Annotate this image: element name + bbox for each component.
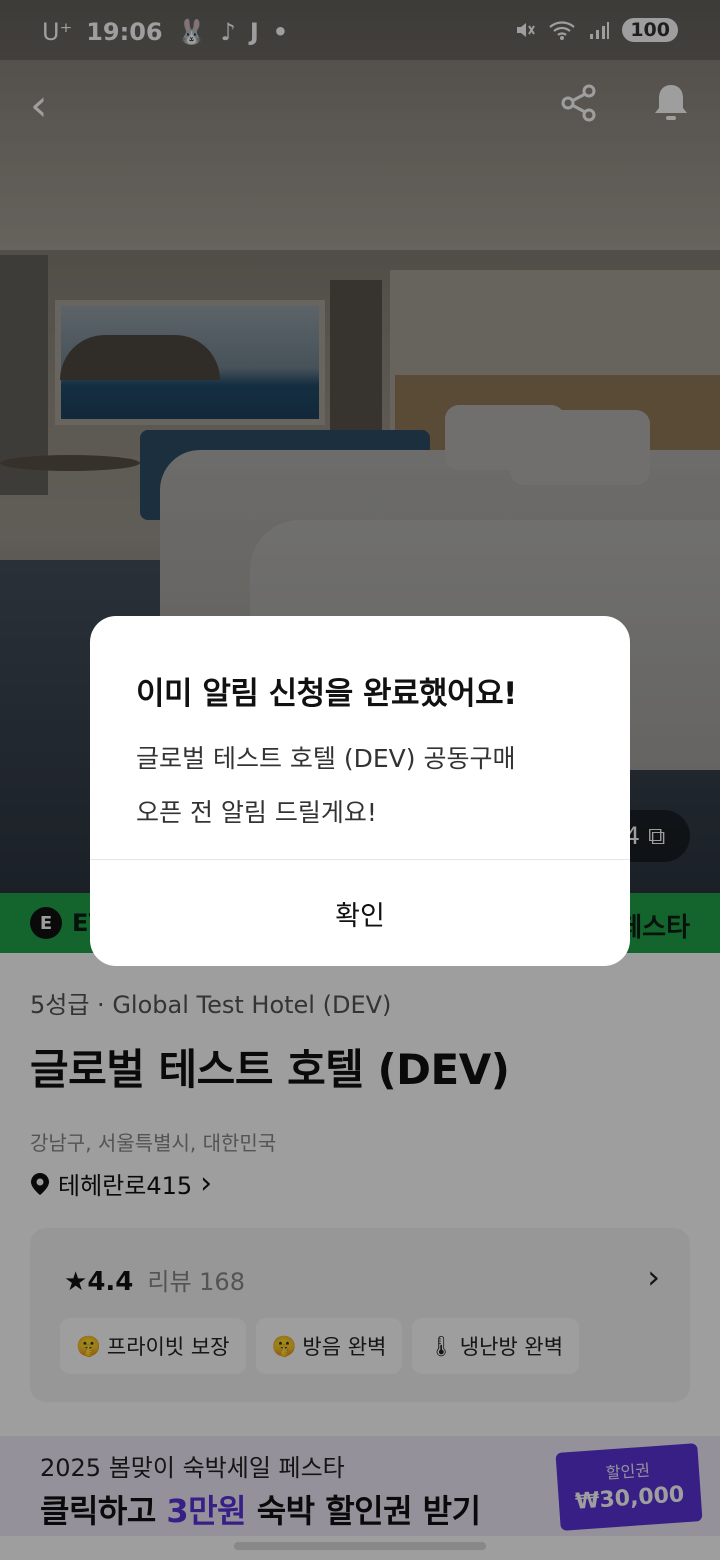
- dialog-body-line: 오픈 전 알림 드릴게요!: [136, 798, 377, 827]
- dialog-body-line: 글로벌 테스트 호텔 (DEV) 공동구매: [136, 744, 516, 773]
- confirm-button[interactable]: 확인: [90, 860, 630, 966]
- dialog-title: 이미 알림 신청을 완료했어요!: [136, 676, 517, 712]
- home-indicator[interactable]: [234, 1542, 486, 1550]
- dialog-body: 글로벌 테스트 호텔 (DEV) 공동구매 오픈 전 알림 드릴게요!: [136, 732, 596, 840]
- alert-dialog: 이미 알림 신청을 완료했어요! 글로벌 테스트 호텔 (DEV) 공동구매 오…: [90, 616, 630, 966]
